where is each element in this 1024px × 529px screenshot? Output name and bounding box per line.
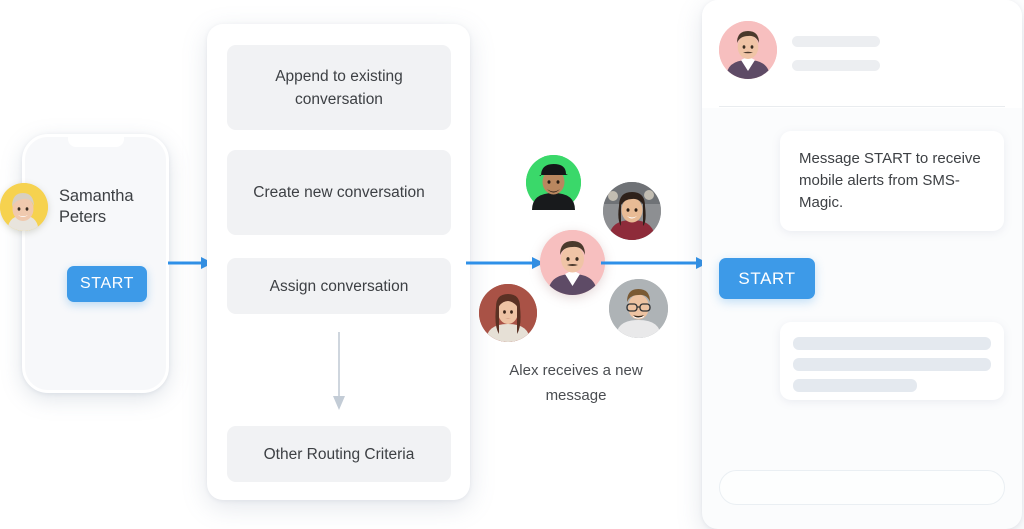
- agent-avatar-man-2[interactable]: [609, 279, 668, 338]
- chat-header-avatar-image: [719, 21, 777, 79]
- routing-option-create[interactable]: Create new conversation: [227, 150, 451, 235]
- reply-skeleton-line-3: [793, 379, 917, 392]
- samantha-avatar-image: [0, 183, 48, 231]
- reply-skeleton-line-1: [793, 337, 991, 350]
- agents-caption: Alex receives a new message: [509, 362, 643, 404]
- routing-criteria-card: Append to existing conversation Create n…: [207, 24, 470, 500]
- agent-avatar-woman-2-image: [479, 284, 537, 342]
- chat-message-input[interactable]: [719, 470, 1005, 505]
- agent-avatar-alex-image: [540, 230, 605, 295]
- routing-option-other[interactable]: Other Routing Criteria: [227, 426, 451, 482]
- reply-skeleton-line-2: [793, 358, 991, 371]
- routing-flow-arrow: [332, 332, 346, 412]
- routing-option-assign[interactable]: Assign conversation: [227, 258, 451, 314]
- arrow-agents-to-chat: [601, 256, 708, 270]
- samantha-avatar: [0, 183, 48, 231]
- agent-avatar-woman-1[interactable]: [603, 182, 661, 240]
- agent-avatar-alex[interactable]: [540, 230, 605, 295]
- routing-option-append[interactable]: Append to existing conversation: [227, 45, 451, 130]
- agent-avatar-green[interactable]: [526, 155, 581, 210]
- phone-mockup: Samantha Peters START: [22, 134, 169, 393]
- agent-avatar-woman-2[interactable]: [479, 284, 537, 342]
- incoming-message-bubble: Message START to receive mobile alerts f…: [780, 131, 1004, 231]
- chat-header-divider: [719, 106, 1005, 107]
- chat-header-skeleton-line-2: [792, 60, 880, 71]
- phone-notch: [67, 137, 124, 147]
- chat-start-button[interactable]: START: [719, 258, 815, 299]
- reply-message-skeleton: [780, 322, 1004, 400]
- agent-avatar-woman-1-image: [603, 182, 661, 240]
- chat-panel: Message START to receive mobile alerts f…: [702, 0, 1022, 529]
- chat-header: [702, 0, 1022, 108]
- agent-avatar-man-2-image: [609, 279, 668, 338]
- agent-avatar-green-image: [526, 155, 581, 210]
- contact-name: Samantha Peters: [59, 187, 134, 226]
- chat-header-avatar: [719, 21, 777, 79]
- arrow-right-icon: [466, 257, 544, 269]
- phone-start-button[interactable]: START: [67, 266, 147, 302]
- chat-header-skeleton-line-1: [792, 36, 880, 47]
- arrow-right-icon: [601, 257, 708, 269]
- illustration-stage: Samantha Peters START Append to existing…: [0, 0, 1024, 529]
- arrow-routing-to-agents: [466, 256, 544, 270]
- arrow-down-icon: [332, 332, 345, 410]
